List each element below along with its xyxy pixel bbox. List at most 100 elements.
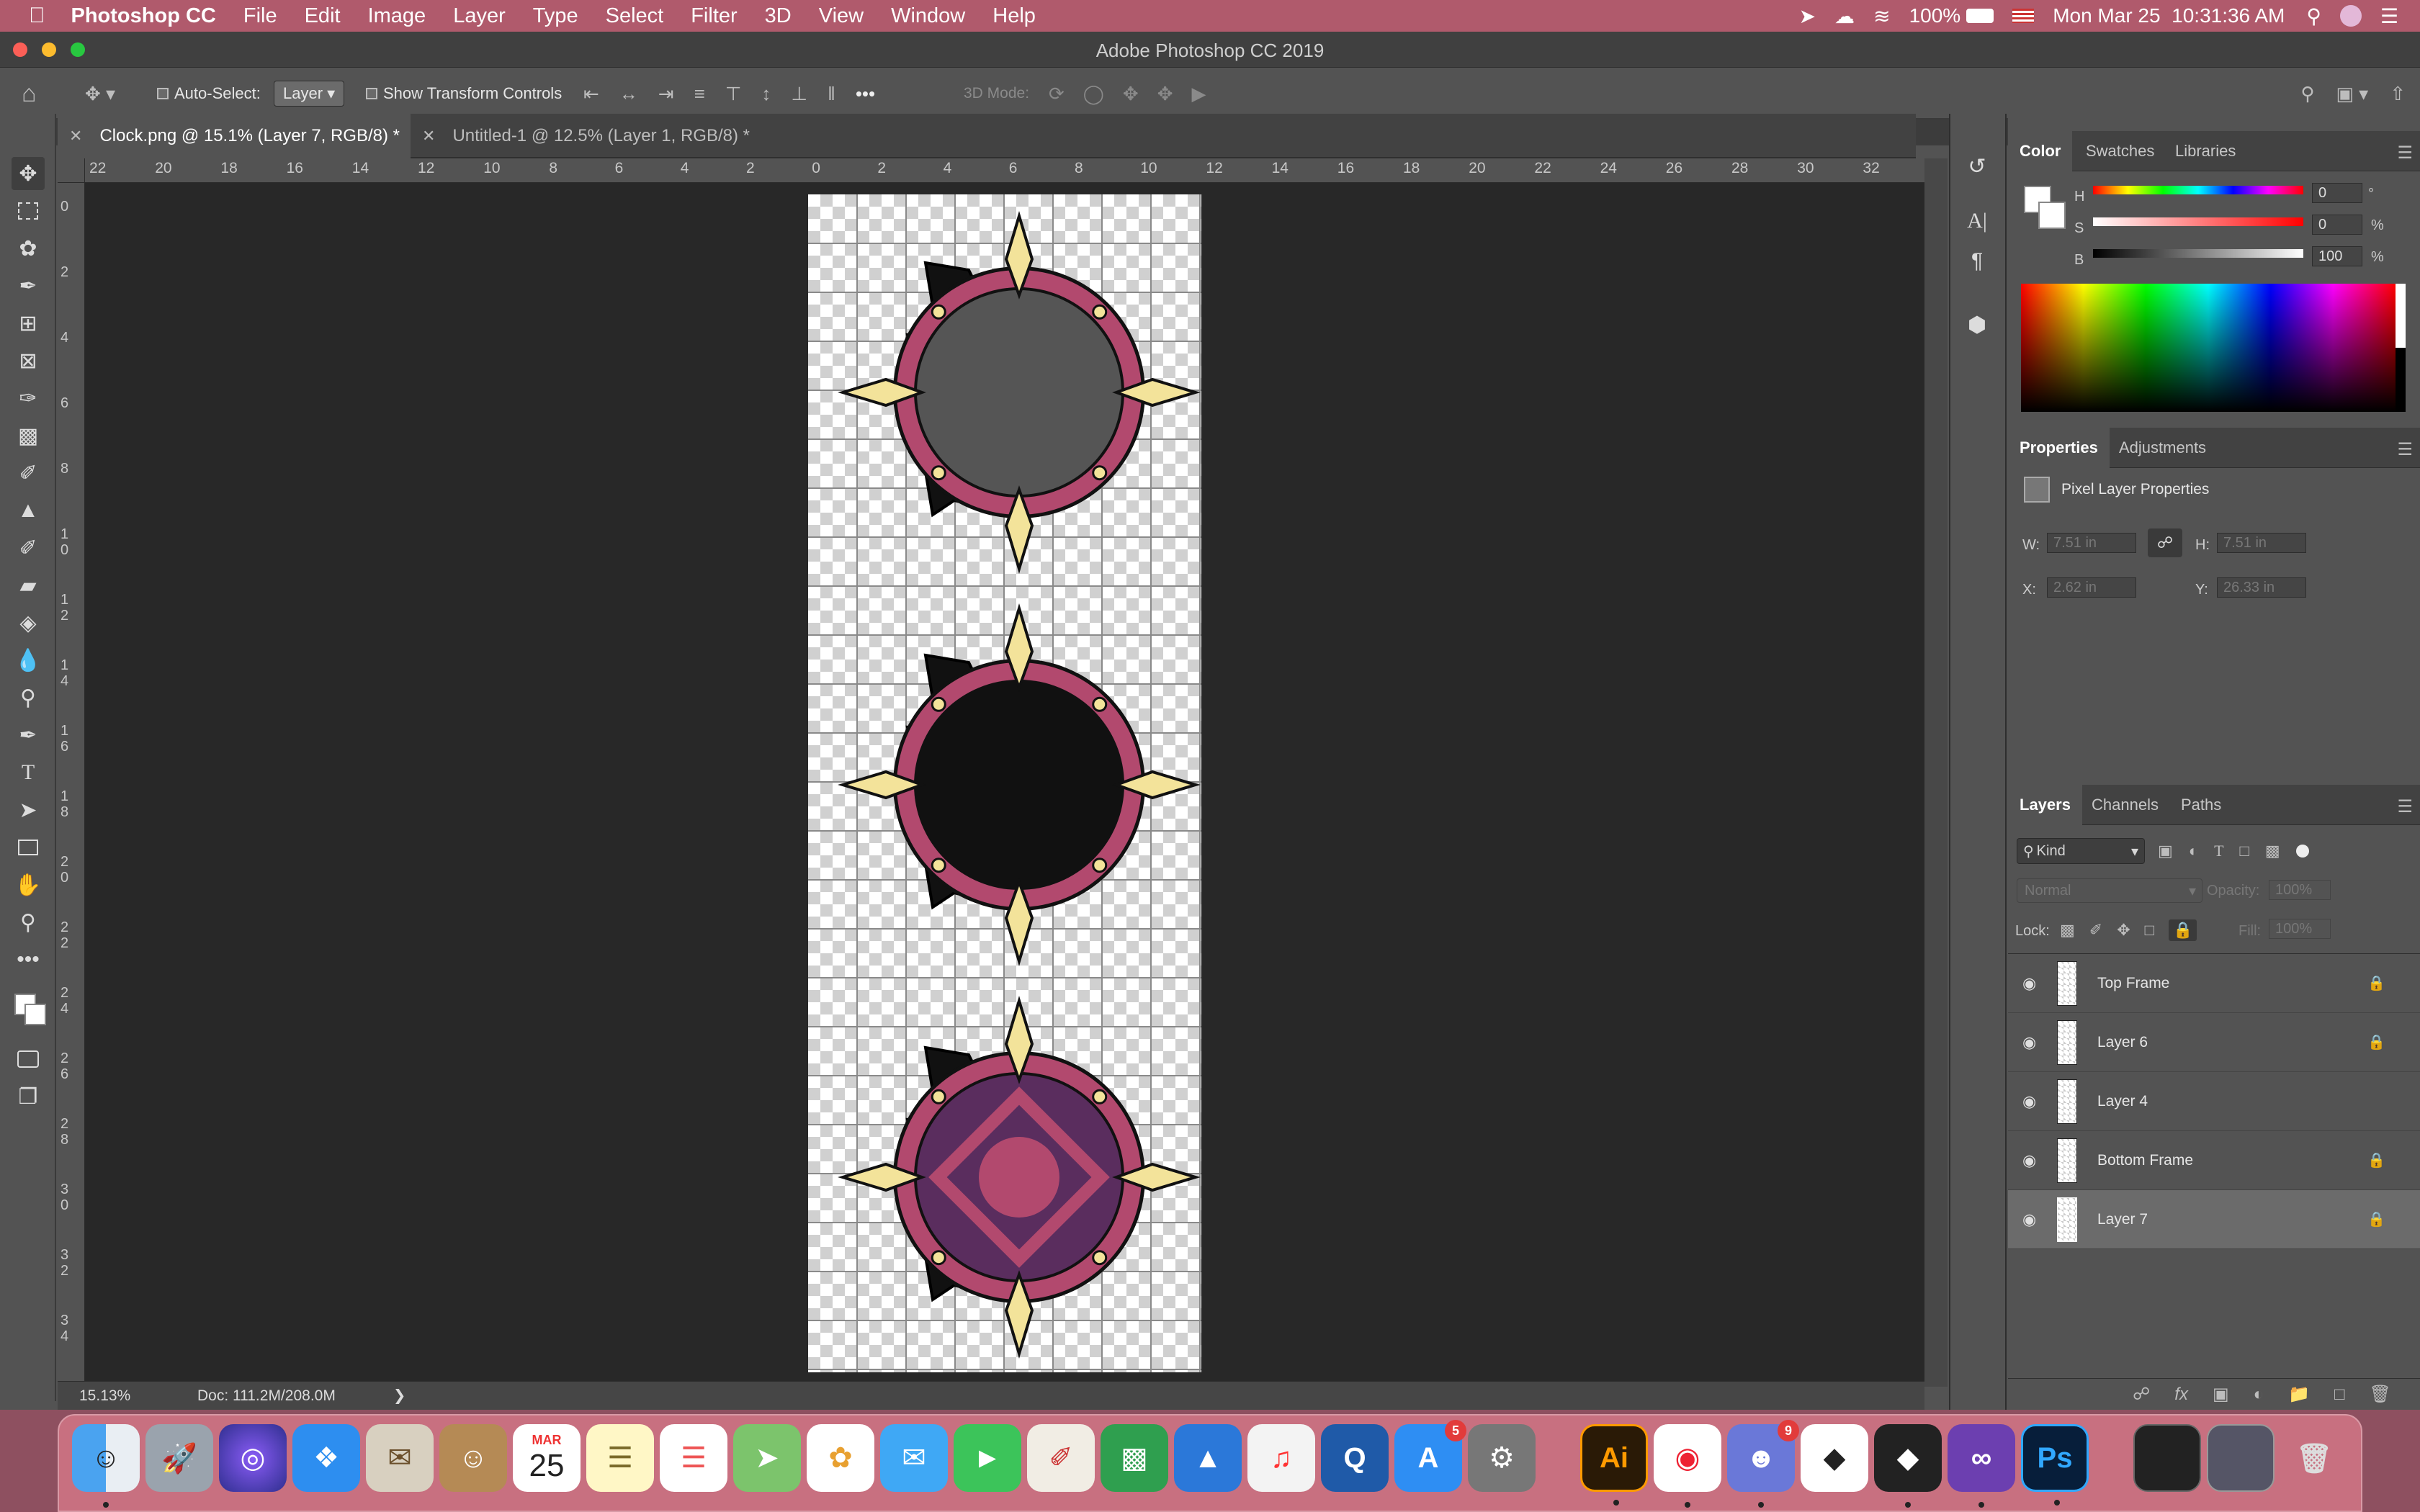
menu-app-name[interactable]: Photoshop CC xyxy=(71,4,216,28)
layer-row-selected[interactable]: ◉ Layer 7 🔒 xyxy=(2008,1190,2420,1249)
blur-tool-icon[interactable]: 💧 xyxy=(12,644,45,677)
link-layers-icon[interactable]: ☍ xyxy=(2133,1384,2150,1405)
notification-center-icon[interactable]: ☰ xyxy=(2380,4,2398,28)
terminal-window-thumbnail[interactable] xyxy=(2133,1424,2201,1492)
lock-position-icon[interactable]: ✥ xyxy=(2117,921,2130,940)
align-right-icon[interactable]: ⇥ xyxy=(658,83,674,105)
tab-properties[interactable]: Properties xyxy=(2008,428,2110,468)
keynote-icon[interactable]: ▲ xyxy=(1174,1424,1242,1492)
layer-name[interactable]: Top Frame xyxy=(2097,975,2169,992)
filter-toggle-icon[interactable] xyxy=(2295,845,2309,858)
visual-studio-icon[interactable]: ∞ xyxy=(1948,1424,2015,1508)
illustrator-icon[interactable]: Ai xyxy=(1580,1424,1648,1506)
pen-tool-icon[interactable]: ✒ xyxy=(12,719,45,752)
lock-transparent-icon[interactable]: ▩ xyxy=(2060,921,2075,940)
filter-shape-icon[interactable]: □ xyxy=(2240,842,2249,860)
document-canvas[interactable] xyxy=(808,194,1201,1372)
quick-select-tool-icon[interactable]: ✒ xyxy=(12,269,45,302)
add-mask-icon[interactable]: ▣ xyxy=(2213,1384,2229,1405)
panel-menu-icon[interactable]: ☰ xyxy=(2397,796,2413,817)
trash-icon[interactable]: 🗑 xyxy=(2280,1424,2348,1492)
send-icon[interactable]: ➤ xyxy=(1799,4,1816,28)
marquee-tool-icon[interactable] xyxy=(12,194,45,228)
show-transform-checkbox[interactable] xyxy=(366,88,377,99)
lock-all-icon[interactable]: 🔒 xyxy=(2168,919,2197,941)
vertical-ruler[interactable]: 0 2 4 6 8 1 0 1 2 1 4 1 6 1 8 2 0 2 2 2 4 2 6 2 8 3 0 3 … xyxy=(58,183,85,1387)
menu-3d[interactable]: 3D xyxy=(765,4,792,28)
brightness-value[interactable]: 100 xyxy=(2312,246,2362,266)
itunes-icon[interactable]: ♫ xyxy=(1247,1424,1315,1492)
layer-name[interactable]: Bottom Frame xyxy=(2097,1152,2193,1169)
tab-libraries[interactable]: Libraries xyxy=(2164,131,2247,171)
saturation-value[interactable]: 0 xyxy=(2312,215,2362,235)
y-field[interactable]: 26.33 in xyxy=(2217,577,2306,598)
layer-row[interactable]: ◉ Bottom Frame 🔒 xyxy=(2008,1131,2420,1190)
align-vcenter-icon[interactable]: ↕ xyxy=(761,83,771,105)
battery-icon[interactable] xyxy=(1966,9,1994,23)
reminders-icon[interactable]: ☰ xyxy=(660,1424,727,1492)
history-brush-tool-icon[interactable]: ✐ xyxy=(12,531,45,564)
panel-menu-icon[interactable]: ☰ xyxy=(2397,439,2413,460)
menu-type[interactable]: Type xyxy=(533,4,578,28)
tab-clock[interactable]: ✕ Clock.png @ 15.1% (Layer 7, RGB/8) * xyxy=(58,114,411,158)
tab-color[interactable]: Color xyxy=(2008,131,2073,171)
photos-icon[interactable]: ✿ xyxy=(807,1424,874,1492)
close-tab-icon[interactable]: ✕ xyxy=(69,127,82,145)
unity-hub-icon[interactable]: ◆ xyxy=(1801,1424,1868,1492)
quicktime-icon[interactable]: Q xyxy=(1321,1424,1389,1492)
share-icon[interactable]: ⇧ xyxy=(2390,83,2406,105)
frame-tool-icon[interactable]: ⊠ xyxy=(12,344,45,377)
clone-stamp-tool-icon[interactable]: ▲ xyxy=(12,494,45,527)
color-ramp-bw[interactable] xyxy=(2396,284,2406,412)
more-options-icon[interactable]: ••• xyxy=(856,83,875,105)
panel-menu-icon[interactable]: ☰ xyxy=(2397,143,2413,163)
eye-icon[interactable]: ◉ xyxy=(2022,1210,2041,1229)
eye-icon[interactable]: ◉ xyxy=(2022,1033,2041,1052)
workspace-icon[interactable]: ▣ ▾ xyxy=(2336,83,2368,105)
user-avatar-icon[interactable] xyxy=(2339,5,2362,27)
paint-bucket-tool-icon[interactable]: ◈ xyxy=(12,606,45,639)
siri-icon[interactable]: ◎ xyxy=(219,1424,287,1492)
mail-icon[interactable]: ✉ xyxy=(366,1424,434,1492)
zoom-level[interactable]: 15.13% xyxy=(79,1387,187,1405)
menu-layer[interactable]: Layer xyxy=(453,4,506,28)
layer-name[interactable]: Layer 7 xyxy=(2097,1211,2148,1228)
hand-tool-icon[interactable]: ✋ xyxy=(12,868,45,901)
3d-pan-icon[interactable]: ✥ xyxy=(1123,83,1139,105)
dodge-tool-icon[interactable]: ⚲ xyxy=(12,681,45,714)
move-tool-preset-icon[interactable]: ✥ ▾ xyxy=(85,68,115,120)
tab-layers[interactable]: Layers xyxy=(2008,785,2082,825)
3d-roll-icon[interactable]: ◯ xyxy=(1083,83,1104,105)
menu-select[interactable]: Select xyxy=(606,4,664,28)
brush-tool-icon[interactable]: ✐ xyxy=(12,456,45,490)
home-icon[interactable]: ⌂ xyxy=(22,68,37,120)
tab-untitled[interactable]: ✕ Untitled-1 @ 12.5% (Layer 1, RGB/8) * xyxy=(411,114,792,158)
spotlight-icon[interactable]: ⚲ xyxy=(2306,4,2321,28)
new-group-icon[interactable]: 📁 xyxy=(2288,1384,2310,1405)
tab-swatches[interactable]: Swatches xyxy=(2074,131,2166,171)
lock-image-icon[interactable]: ✐ xyxy=(2089,921,2102,940)
width-field[interactable]: 7.51 in xyxy=(2047,533,2136,553)
type-tool-icon[interactable]: T xyxy=(12,756,45,789)
status-menu-arrow-icon[interactable]: ❯ xyxy=(393,1387,406,1405)
crop-tool-icon[interactable]: ⊞ xyxy=(12,307,45,340)
finder-icon[interactable]: ☺ xyxy=(72,1424,140,1508)
opacity-field[interactable]: 100% xyxy=(2269,880,2331,900)
discord-icon[interactable]: ☻ 9 xyxy=(1727,1420,1799,1508)
healing-brush-tool-icon[interactable]: ▩ xyxy=(12,419,45,452)
layer-name[interactable]: Layer 4 xyxy=(2097,1093,2148,1110)
wifi-icon[interactable]: ≋ xyxy=(1873,4,1890,28)
x-field[interactable]: 2.62 in xyxy=(2047,577,2136,598)
rectangle-tool-icon[interactable] xyxy=(12,831,45,864)
3d-panel-icon[interactable]: ⬢ xyxy=(1960,308,1994,341)
delete-layer-icon[interactable]: 🗑 xyxy=(2370,1384,2391,1405)
tab-paths[interactable]: Paths xyxy=(2169,785,2233,825)
clock-text[interactable]: Mon Mar 25 10:31:36 AM xyxy=(2053,4,2285,27)
color-spectrum[interactable] xyxy=(2021,284,2396,412)
new-layer-icon[interactable]: □ xyxy=(2334,1385,2345,1405)
path-selection-tool-icon[interactable]: ➤ xyxy=(12,793,45,827)
menu-image[interactable]: Image xyxy=(368,4,426,28)
height-field[interactable]: 7.51 in xyxy=(2217,533,2306,553)
layer-filter-kind-dropdown[interactable]: ⚲ Kind ▾ xyxy=(2017,838,2145,864)
history-panel-icon[interactable]: ↺ xyxy=(1960,150,1994,183)
